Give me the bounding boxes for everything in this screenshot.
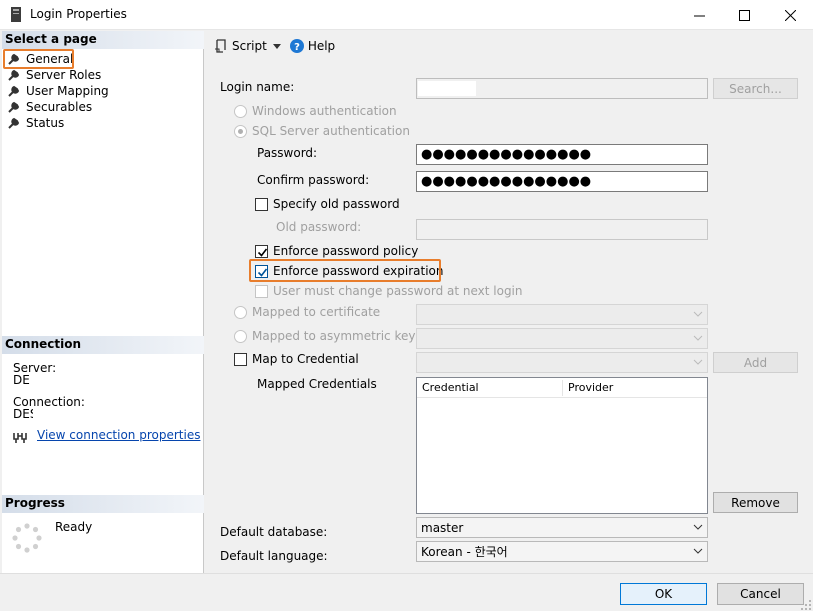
close-button[interactable] <box>767 0 813 30</box>
mapped-asym-key-label: Mapped to asymmetric key <box>252 329 416 343</box>
highlight-box-general <box>3 49 74 69</box>
remove-button[interactable]: Remove <box>713 492 798 513</box>
window-title: Login Properties <box>30 7 127 21</box>
cancel-button[interactable]: Cancel <box>717 583 804 605</box>
wrench-icon <box>8 85 20 97</box>
progress-spinner-icon <box>12 523 42 553</box>
connection-header: Connection <box>2 336 204 354</box>
login-name-input[interactable] <box>416 78 708 99</box>
ok-button[interactable]: OK <box>620 583 707 605</box>
resize-grip-icon[interactable] <box>801 600 811 610</box>
sql-auth-label: SQL Server authentication <box>252 124 410 138</box>
credentials-header-row: Credential Provider <box>417 378 707 398</box>
page-item-server-roles[interactable]: Server Roles <box>8 67 101 83</box>
confirm-password-label: Confirm password: <box>257 173 370 187</box>
column-header-credential[interactable]: Credential <box>422 381 479 394</box>
title-bar: Login Properties <box>0 0 813 30</box>
chevron-down-icon <box>272 43 281 49</box>
wrench-icon <box>8 117 20 129</box>
chevron-down-icon <box>693 548 703 554</box>
connection-value: DES <box>13 407 33 421</box>
maximize-button[interactable] <box>721 0 767 30</box>
connection-properties-icon <box>13 433 27 443</box>
minimize-button[interactable] <box>676 0 722 30</box>
help-label: Help <box>307 39 336 53</box>
page-item-label: Securables <box>26 100 93 114</box>
specify-old-password-label: Specify old password <box>273 197 400 211</box>
windows-auth-radio[interactable] <box>234 105 247 118</box>
page-item-securables[interactable]: Securables <box>8 99 92 115</box>
enforce-policy-label: Enforce password policy <box>273 244 419 258</box>
mapped-certificate-label: Mapped to certificate <box>252 305 381 319</box>
search-button[interactable]: Search... <box>713 78 798 99</box>
page-item-status[interactable]: Status <box>8 115 64 131</box>
password-input[interactable]: ●●●●●●●●●●●●●●● <box>416 144 708 165</box>
chevron-down-icon <box>693 359 703 365</box>
app-icon <box>11 7 21 22</box>
chevron-down-icon <box>693 311 703 317</box>
default-database-select[interactable]: master <box>416 517 708 538</box>
progress-header: Progress <box>2 495 204 513</box>
left-pane: Select a page General Server Roles User … <box>2 31 204 573</box>
server-value: DE <box>13 373 30 387</box>
default-database-value: master <box>421 520 464 535</box>
maximize-icon <box>738 9 750 21</box>
old-password-label: Old password: <box>276 220 362 234</box>
script-button[interactable]: Script <box>214 39 281 53</box>
default-language-select[interactable]: Korean - 한국어 <box>416 541 708 562</box>
credential-select[interactable] <box>416 352 708 373</box>
view-connection-properties-link[interactable]: View connection properties <box>37 428 200 442</box>
page-item-label: Status <box>26 116 65 130</box>
mapped-asym-key-select[interactable] <box>416 328 708 349</box>
help-icon: ? <box>289 39 304 53</box>
confirm-password-input[interactable]: ●●●●●●●●●●●●●●● <box>416 171 708 192</box>
help-button[interactable]: ? Help <box>289 39 336 53</box>
script-icon <box>215 39 226 53</box>
page-item-user-mapping[interactable]: User Mapping <box>8 83 109 99</box>
page-item-label: Server Roles <box>26 68 102 82</box>
dialog-button-bar: OK Cancel <box>0 573 813 611</box>
wrench-icon <box>8 101 20 113</box>
close-icon <box>784 9 796 21</box>
progress-status: Ready <box>55 520 93 534</box>
login-name-value <box>418 81 476 96</box>
old-password-input[interactable] <box>416 219 708 240</box>
sql-auth-radio[interactable] <box>234 125 247 138</box>
add-credential-button[interactable]: Add <box>713 352 798 373</box>
toolbar: Script ? Help <box>205 34 335 58</box>
specify-old-password-checkbox[interactable] <box>255 198 268 211</box>
mapped-credentials-list[interactable]: Credential Provider <box>416 377 708 514</box>
windows-auth-label: Windows authentication <box>252 104 397 118</box>
enforce-policy-checkbox[interactable] <box>255 245 268 258</box>
mapped-credentials-label: Mapped Credentials <box>257 377 377 391</box>
page-item-label: User Mapping <box>26 84 109 98</box>
password-label: Password: <box>257 146 318 160</box>
default-language-label: Default language: <box>220 549 328 563</box>
minimize-icon <box>693 15 705 16</box>
password-value: ●●●●●●●●●●●●●●● <box>421 147 592 162</box>
must-change-checkbox[interactable] <box>255 285 268 298</box>
must-change-label: User must change password at next login <box>273 284 523 298</box>
mapped-certificate-select[interactable] <box>416 304 708 325</box>
svg-text:?: ? <box>294 42 300 53</box>
chevron-down-icon <box>693 524 703 530</box>
mapped-asym-key-radio[interactable] <box>234 330 247 343</box>
login-name-label: Login name: <box>220 80 295 94</box>
select-page-header: Select a page <box>2 31 204 49</box>
chevron-down-icon <box>693 335 703 341</box>
map-credential-label: Map to Credential <box>252 352 359 366</box>
map-credential-checkbox[interactable] <box>234 353 247 366</box>
default-language-value: Korean - 한국어 <box>421 545 508 559</box>
highlight-box-expiration <box>249 259 441 282</box>
checkmark-icon <box>257 248 268 257</box>
wrench-icon <box>8 69 20 81</box>
mapped-certificate-radio[interactable] <box>234 306 247 319</box>
default-database-label: Default database: <box>220 525 328 539</box>
column-header-provider[interactable]: Provider <box>568 381 613 394</box>
column-divider <box>562 380 563 396</box>
confirm-password-value: ●●●●●●●●●●●●●●● <box>421 174 592 189</box>
script-label: Script <box>232 39 267 53</box>
